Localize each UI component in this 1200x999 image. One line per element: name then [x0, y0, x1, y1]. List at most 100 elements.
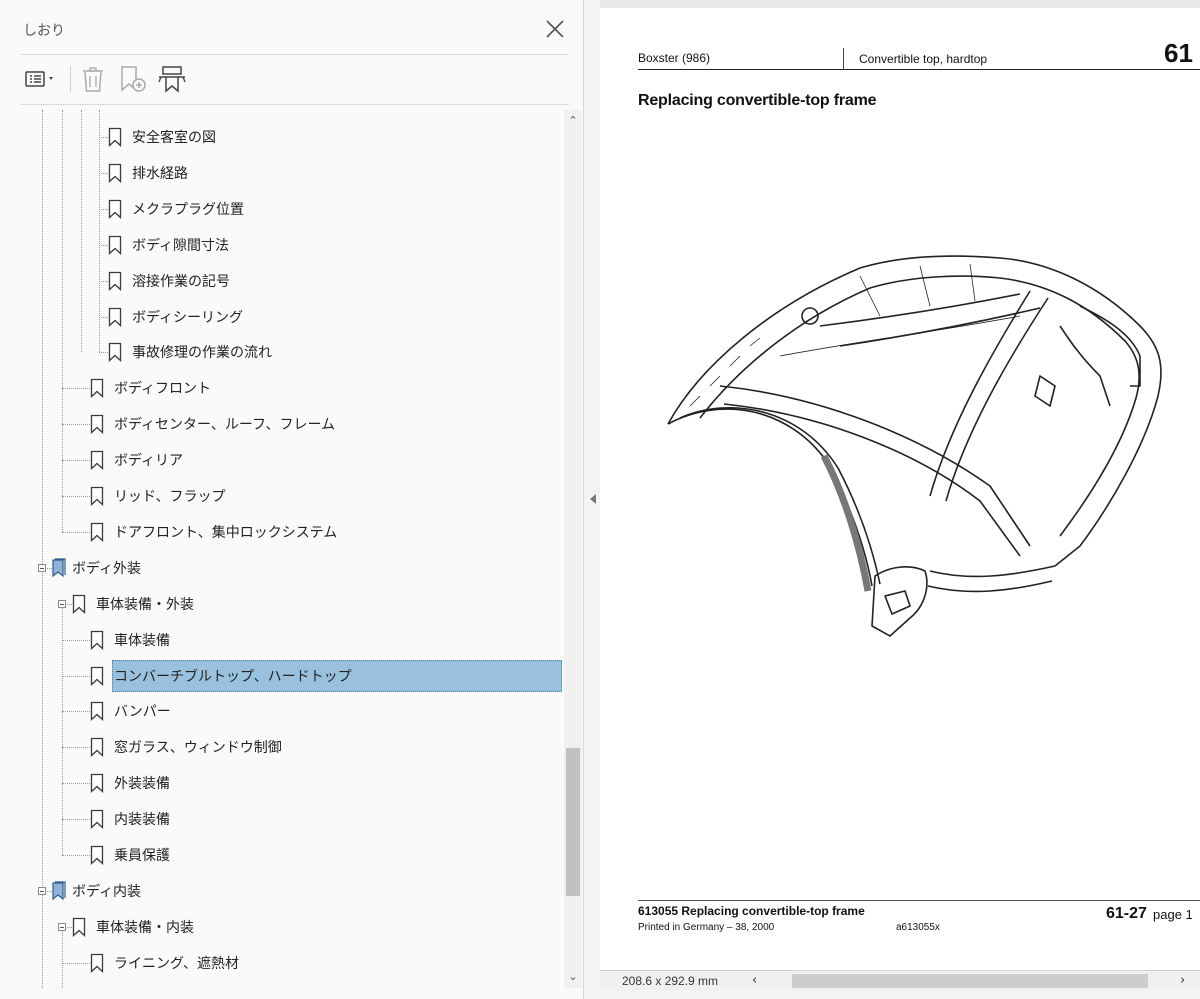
bookmarks-tree: 安全客室の図排水経路メクラプラグ位置 ボディ隙間寸法 溶接作業の記号ボディシーリング… [0, 110, 562, 988]
vertical-scrollbar[interactable]: ⌃ ⌄ [564, 110, 582, 988]
bookmark-label: 排水経路 [132, 165, 188, 182]
bookmark-item[interactable]: メクラプラグ位置 [108, 192, 244, 226]
tree-connector [42, 110, 43, 988]
bookmark-label: メクラプラグ位置 [132, 201, 244, 218]
header-rule [638, 69, 1200, 70]
header-chapter-number: 61 [1164, 38, 1193, 68]
bookmark-item[interactable]: ボディシーリング [108, 300, 243, 334]
bookmark-label: 内装装備 [114, 812, 170, 829]
tree-connector [99, 280, 108, 282]
horizontal-scroll-thumb[interactable] [792, 974, 1148, 988]
bookmark-item[interactable]: 事故修理の作業の流れ [108, 335, 272, 369]
bookmark-item[interactable]: 安全客室の図 [108, 120, 216, 154]
bookmark-item[interactable]: 内装装備 [90, 802, 170, 836]
page-size-readout: 208.6 x 292.9 mm [622, 974, 719, 988]
bookmark-icon [90, 702, 104, 722]
tree-toggle-icon[interactable] [38, 563, 46, 572]
bookmark-label: 溶接作業の記号 [132, 273, 230, 290]
close-icon[interactable] [543, 17, 567, 41]
header-divider [843, 48, 844, 70]
bookmark-item[interactable]: 車体装備・内装 [72, 910, 194, 944]
document-page: Boxster (986) Convertible top, hardtop 6… [600, 8, 1200, 970]
tree-toggle-icon[interactable] [58, 922, 66, 931]
bookmark-label: ドアフロント、集中ロックシステム [114, 524, 338, 541]
bookmark-label: リッド、フラップ [114, 489, 226, 505]
bookmark-item[interactable]: ボディ外装 [52, 551, 141, 585]
bookmark-icon [108, 163, 122, 183]
bookmark-item[interactable]: ドアフロント、集中ロックシステム [90, 515, 337, 549]
find-bookmark-icon[interactable] [156, 64, 188, 94]
new-bookmark-icon[interactable] [118, 64, 148, 94]
tree-connector [62, 711, 90, 713]
tree-connector [62, 926, 63, 988]
convertible-top-frame-illustration [667, 255, 1162, 637]
bookmark-item[interactable]: 車体装備 [90, 623, 170, 657]
bookmark-item[interactable]: 排水経路 [108, 156, 188, 190]
bookmark-icon [90, 450, 104, 471]
bookmark-icon [90, 809, 104, 830]
tree-connector [62, 531, 90, 533]
tree-connector [62, 603, 63, 855]
bookmark-item[interactable]: シートフレーム [90, 982, 212, 988]
tree-toggle-icon[interactable] [58, 599, 66, 608]
bookmark-item[interactable]: ボディセンター、ルーフ、フレーム [90, 407, 335, 441]
bookmark-label: 車体装備・内装 [96, 919, 194, 936]
bookmark-item[interactable]: リッド、フラップ [90, 479, 225, 513]
collapse-panel-icon[interactable] [588, 492, 598, 506]
tree-connector [62, 460, 90, 462]
bookmark-item[interactable]: 車体装備・外装 [72, 587, 194, 621]
bookmark-label: ボディ隙間寸法 [132, 237, 230, 254]
bookmark-item[interactable]: 外装装備 [90, 766, 170, 800]
delete-bookmark-icon[interactable] [80, 64, 106, 94]
tree-connector [99, 316, 108, 318]
bookmark-icon [90, 953, 104, 973]
scroll-up-icon[interactable]: ⌃ [564, 110, 582, 132]
scroll-left-icon[interactable]: ‹ [752, 973, 757, 988]
bookmark-label: 窓ガラス、ウィンドウ制御 [114, 740, 282, 757]
bookmark-item[interactable]: ボディ隙間寸法 [108, 228, 229, 262]
bookmark-icon [108, 199, 122, 219]
bookmark-item[interactable]: ボディリア [90, 443, 183, 477]
scroll-down-icon[interactable]: ⌄ [564, 966, 582, 988]
tree-connector [62, 675, 90, 677]
bookmark-icon [90, 666, 104, 686]
document-viewport[interactable]: Boxster (986) Convertible top, hardtop 6… [600, 0, 1200, 970]
bookmark-item[interactable]: 窓ガラス、ウィンドウ制御 [90, 730, 282, 764]
pdf-reader-window: しおり 安全客室の図 排水経路 メクラプラグ位置 ボディ隙間寸法 溶接作業の記号… [0, 0, 1200, 999]
footer-figure-id: a613055x [896, 922, 940, 933]
bookmark-item[interactable]: ボディフロント [90, 371, 211, 405]
tree-connector [99, 172, 108, 174]
bookmark-icon [108, 271, 122, 291]
panel-title: しおり [23, 23, 65, 39]
bookmark-item[interactable]: 溶接作業の記号 [108, 264, 230, 298]
footer-procedure: 613055 Replacing convertible-top frame [638, 904, 865, 918]
tree-connector [99, 137, 108, 138]
divider [20, 104, 569, 105]
tree-connector [99, 352, 108, 354]
scroll-right-icon[interactable]: › [1180, 973, 1185, 988]
bookmark-item[interactable]: ボディ内装 [52, 874, 141, 908]
bookmark-item[interactable]: 乗員保護 [90, 838, 170, 872]
scroll-thumb[interactable] [566, 748, 580, 896]
footer-page-sub: page 1 [1153, 907, 1193, 922]
tree-connector [62, 783, 90, 785]
bookmark-label: 車体装備 [114, 632, 170, 649]
bookmark-item[interactable]: ライニング、遮熱材 [90, 946, 239, 980]
bookmark-icon [108, 127, 122, 147]
tree-toggle-icon[interactable] [38, 886, 46, 895]
options-menu-icon[interactable] [24, 64, 60, 94]
tree-connector [99, 208, 108, 210]
tree-connector [62, 855, 90, 856]
bookmark-label: コンバーチブルトップ、ハードトップ [114, 668, 352, 685]
status-bar: 208.6 x 292.9 mm ‹ › [600, 970, 1200, 990]
tree-connector [62, 819, 90, 821]
toolbar-divider [70, 66, 71, 92]
tree-connector [62, 388, 90, 390]
bookmarks-panel: しおり 安全客室の図 排水経路 メクラプラグ位置 ボディ隙間寸法 溶接作業の記号… [0, 0, 584, 999]
bookmark-icon [90, 486, 104, 506]
bookmark-icon [90, 522, 104, 542]
bookmark-item[interactable]: コンバーチブルトップ、ハードトップ [90, 659, 352, 693]
bookmark-icon [108, 307, 122, 327]
bookmark-item[interactable]: バンパー [90, 694, 171, 728]
tree-connector [62, 424, 90, 426]
